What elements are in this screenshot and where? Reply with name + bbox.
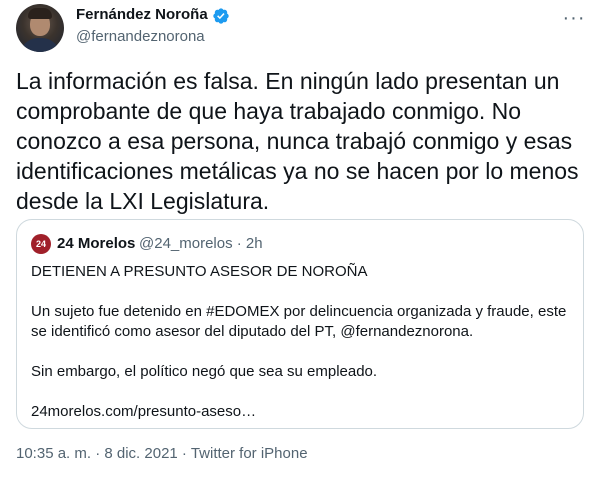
- quoted-text: DETIENEN A PRESUNTO ASESOR DE NOROÑA Un …: [31, 262, 571, 422]
- avatar-hair: [28, 8, 52, 19]
- quoted-link[interactable]: 24morelos.com/presunto-aseso…: [31, 402, 571, 422]
- tweet-text: La información es falsa. En ningún lado …: [16, 68, 579, 214]
- quoted-body: Un sujeto fue detenido en #EDOMEX por de…: [31, 303, 567, 340]
- author-handle[interactable]: @fernandeznorona: [76, 28, 205, 45]
- quoted-handle-time: @24_morelos · 2h: [139, 235, 263, 252]
- author-display-name[interactable]: Fernández Noroña: [76, 6, 208, 23]
- more-options-icon[interactable]: ···: [562, 6, 586, 30]
- author-avatar[interactable]: [16, 4, 64, 52]
- quoted-headline: DETIENEN A PRESUNTO ASESOR DE NOROÑA: [31, 263, 368, 280]
- tweet: Fernández Noroña @fernandeznorona ··· La…: [0, 0, 600, 481]
- quoted-body-2: Sin embargo, el político negó que sea su…: [31, 363, 378, 380]
- quoted-avatar: 24: [31, 234, 51, 254]
- avatar-body: [20, 38, 60, 52]
- tweet-timestamp[interactable]: 10:35 a. m. · 8 dic. 2021 · Twitter for …: [16, 445, 308, 462]
- verified-badge-icon: [213, 8, 229, 24]
- quoted-tweet[interactable]: 24 24 Morelos @24_morelos · 2h DETIENEN …: [16, 219, 584, 429]
- quoted-author-name: 24 Morelos: [57, 235, 136, 252]
